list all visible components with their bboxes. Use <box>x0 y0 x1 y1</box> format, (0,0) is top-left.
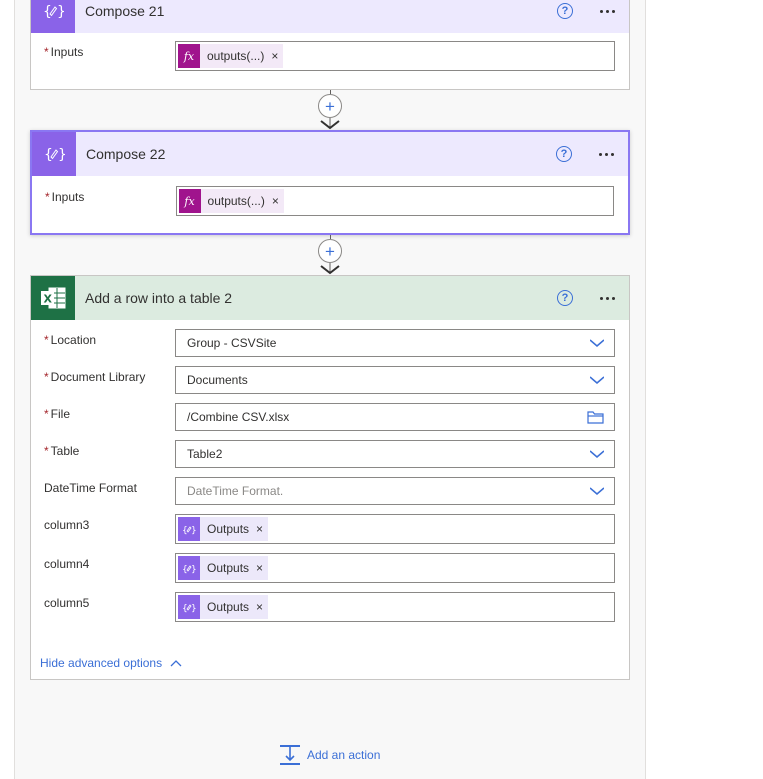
arrow-down-icon <box>320 118 340 130</box>
compose-icon: {} <box>178 556 200 580</box>
inputs-field[interactable]: fx outputs(...) × <box>175 41 615 71</box>
add-an-action-label: Add an action <box>307 748 381 762</box>
compose-icon: {} <box>32 132 76 176</box>
svg-text:}: } <box>191 565 196 574</box>
expression-token[interactable]: fx outputs(...) × <box>178 189 284 213</box>
outputs-token[interactable]: {} Outputs × <box>178 556 269 580</box>
remove-token-icon[interactable]: × <box>256 561 263 575</box>
outputs-token[interactable]: {} Outputs × <box>178 517 269 541</box>
folder-icon[interactable] <box>587 410 604 424</box>
svg-text:}: } <box>58 147 65 163</box>
connector-2: + <box>318 235 342 275</box>
token-label: Outputs <box>207 600 250 614</box>
inputs-field[interactable]: fx outputs(...) × <box>175 186 614 216</box>
compose-22-title: Compose 22 <box>86 146 166 162</box>
remove-token-icon[interactable]: × <box>271 49 278 63</box>
file-picker[interactable]: /Combine CSV.xlsx <box>175 403 615 431</box>
column5-label: column5 <box>44 596 90 610</box>
token-label: Outputs <box>207 561 250 575</box>
svg-text:}: } <box>57 4 64 20</box>
compose-21-header[interactable]: {} Compose 21 ? <box>31 0 629 33</box>
help-icon[interactable]: ? <box>557 3 573 19</box>
more-options-icon[interactable] <box>594 146 618 162</box>
svg-text:{: { <box>182 526 188 535</box>
expression-token[interactable]: fx outputs(...) × <box>178 44 284 68</box>
outputs-token[interactable]: {} Outputs × <box>178 595 269 619</box>
add-row-card[interactable]: X Add a row into a table 2 ? * Location G… <box>30 275 630 680</box>
help-icon[interactable]: ? <box>556 146 572 162</box>
add-row-title: Add a row into a table 2 <box>85 290 233 306</box>
hide-advanced-options-label: Hide advanced options <box>40 656 163 670</box>
svg-text:{: { <box>43 4 52 20</box>
remove-token-icon[interactable]: × <box>256 522 263 536</box>
table-dropdown[interactable]: Table2 <box>175 440 615 468</box>
document-library-label: * Document Library <box>44 370 146 384</box>
token-label: outputs(...) <box>207 194 265 208</box>
chevron-down-icon <box>590 487 604 496</box>
insert-step-button[interactable]: + <box>318 94 342 118</box>
help-icon[interactable]: ? <box>557 290 573 306</box>
compose-icon: {} <box>178 595 200 619</box>
location-dropdown[interactable]: Group - CSVSite <box>175 329 615 357</box>
svg-text:{: { <box>182 604 188 613</box>
add-an-action-button[interactable]: Add an action <box>280 745 380 765</box>
file-label: * File <box>44 407 71 421</box>
arrow-down-icon <box>320 263 340 275</box>
compose-icon: {} <box>178 517 200 541</box>
file-value: /Combine CSV.xlsx <box>187 410 290 424</box>
compose-22-card[interactable]: {} Compose 22 ? *Inputs fx outputs(...) … <box>30 130 630 235</box>
insert-step-button[interactable]: + <box>318 239 342 263</box>
document-library-value: Documents <box>187 373 248 387</box>
compose-21-card[interactable]: {} Compose 21 ? *Inputs fx outputs(...) … <box>30 0 630 90</box>
compose-22-header[interactable]: {} Compose 22 ? <box>32 132 628 176</box>
remove-token-icon[interactable]: × <box>256 600 263 614</box>
location-value: Group - CSVSite <box>187 336 277 350</box>
document-library-dropdown[interactable]: Documents <box>175 366 615 394</box>
excel-icon: X <box>31 276 75 320</box>
inputs-label: * Inputs <box>44 45 84 59</box>
svg-text:{: { <box>182 565 188 574</box>
column5-field[interactable]: {} Outputs × <box>175 592 615 622</box>
more-options-icon[interactable] <box>595 3 619 19</box>
compose-21-title: Compose 21 <box>85 3 165 19</box>
datetime-format-placeholder: DateTime Format. <box>187 484 284 498</box>
table-label: * Table <box>44 444 80 458</box>
connector-1: + <box>318 90 342 130</box>
token-label: outputs(...) <box>207 49 265 63</box>
chevron-down-icon <box>590 339 604 348</box>
column3-field[interactable]: {} Outputs × <box>175 514 615 544</box>
svg-text:{: { <box>44 147 53 163</box>
token-label: Outputs <box>207 522 250 536</box>
svg-text:}: } <box>191 604 196 613</box>
remove-token-icon[interactable]: × <box>272 194 279 208</box>
compose-icon: {} <box>31 0 75 33</box>
location-label: * Location <box>44 333 97 347</box>
svg-text:X: X <box>44 293 53 306</box>
chevron-down-icon <box>590 450 604 459</box>
add-row-header[interactable]: X Add a row into a table 2 ? <box>31 276 629 320</box>
svg-text:}: } <box>191 526 196 535</box>
datetime-format-dropdown[interactable]: DateTime Format. <box>175 477 615 505</box>
column4-label: column4 <box>44 557 90 571</box>
datetime-format-label: DateTime Format <box>44 481 137 495</box>
fx-icon: fx <box>178 44 200 68</box>
more-options-icon[interactable] <box>595 290 619 306</box>
chevron-down-icon <box>590 376 604 385</box>
hide-advanced-options-link[interactable]: Hide advanced options <box>40 656 182 670</box>
chevron-up-icon <box>170 660 182 667</box>
add-action-icon <box>280 745 300 765</box>
inputs-label: * Inputs <box>45 190 85 204</box>
table-value: Table2 <box>187 447 223 461</box>
column3-label: column3 <box>44 518 90 532</box>
fx-icon: fx <box>178 189 201 213</box>
column4-field[interactable]: {} Outputs × <box>175 553 615 583</box>
